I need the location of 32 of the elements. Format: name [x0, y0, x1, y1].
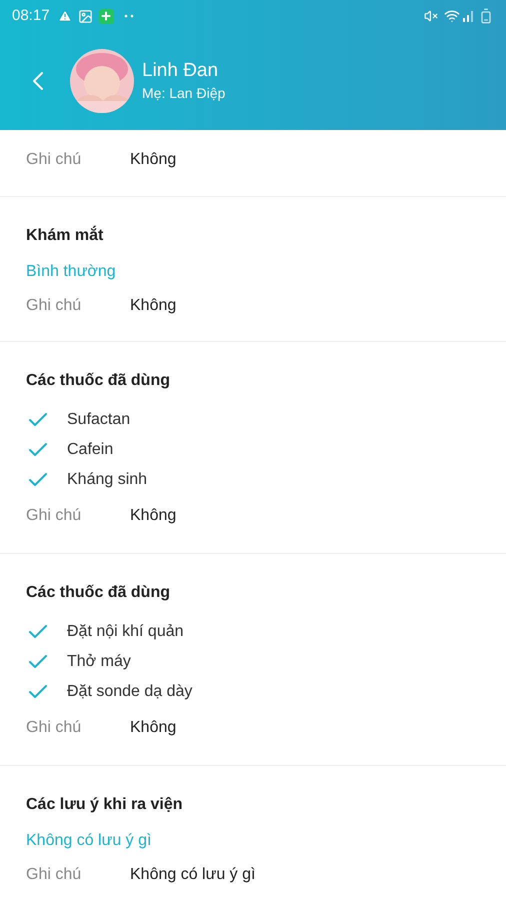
item-label: Thở máy [67, 652, 131, 672]
section-title: Các thuốc đã dùng [26, 371, 171, 391]
note-value: Không [130, 150, 176, 170]
item-label: Sufactan [67, 410, 130, 430]
status-time: 08:17 [12, 6, 50, 26]
note-label: Ghi chú [26, 865, 82, 885]
item-label: Đặt nội khí quản [67, 622, 184, 642]
note-label: Ghi chú [26, 506, 82, 526]
note-value: Không có lưu ý gì [130, 865, 256, 885]
section-title: Khám mắt [26, 224, 104, 246]
section-title: Các lưu ý khi ra viện [26, 795, 184, 815]
item-label: Cafein [67, 440, 114, 460]
note-value: Không [130, 506, 176, 526]
note-value: Không [130, 296, 176, 316]
mother-name: Mẹ: Lan Điệp [142, 84, 226, 103]
mute-icon [424, 9, 438, 23]
image-icon [78, 8, 93, 24]
wifi-icon [444, 8, 460, 24]
result-text: Không có lưu ý gì [26, 831, 152, 851]
signal-icon [462, 10, 474, 22]
plus-icon [98, 8, 114, 24]
dots-icon [124, 14, 134, 18]
note-value: Không [130, 718, 176, 738]
note-label: Ghi chú [26, 296, 82, 316]
note-label: Ghi chú [26, 718, 82, 738]
warning-icon [58, 9, 72, 23]
item-label: Kháng sinh [67, 470, 148, 490]
section-title: Các thuốc đã dùng [26, 583, 171, 603]
result-text: Bình thường [26, 262, 117, 282]
item-label: Đặt sonde dạ dày [67, 682, 192, 702]
child-name: Linh Đan [142, 59, 220, 83]
note-label: Ghi chú [26, 150, 82, 170]
